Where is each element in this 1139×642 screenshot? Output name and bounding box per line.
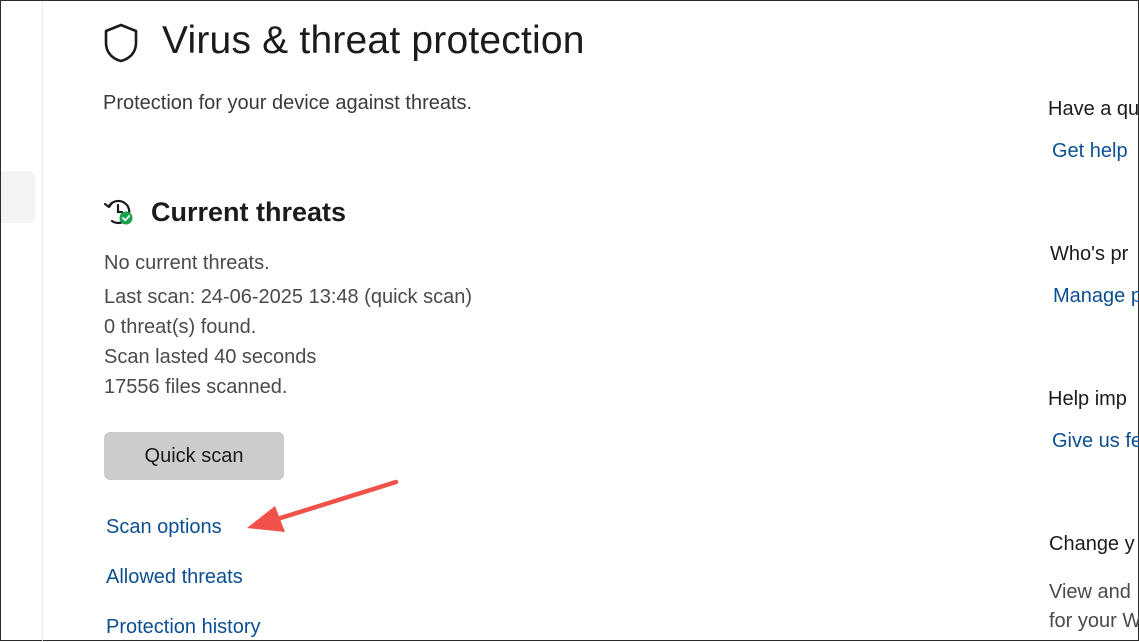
files-scanned-text: 17556 files scanned. bbox=[104, 376, 288, 398]
page-subtitle: Protection for your device against threa… bbox=[103, 92, 473, 114]
view-settings-text-1: View and bbox=[1049, 581, 1131, 603]
page-title: Virus & threat protection bbox=[162, 19, 585, 62]
threats-found-text: 0 threat(s) found. bbox=[104, 316, 257, 338]
view-settings-text-2: for your W bbox=[1049, 610, 1139, 632]
manage-providers-link[interactable]: Manage p bbox=[1053, 285, 1139, 308]
scan-options-link[interactable]: Scan options bbox=[106, 516, 222, 539]
current-threats-heading: Current threats bbox=[151, 197, 347, 227]
change-settings-heading: Change y bbox=[1049, 533, 1135, 555]
last-scan-text: Last scan: 24-06-2025 13:48 (quick scan) bbox=[104, 286, 472, 308]
give-feedback-link[interactable]: Give us fe bbox=[1052, 430, 1139, 453]
protection-history-link[interactable]: Protection history bbox=[106, 616, 261, 639]
sidebar-divider bbox=[42, 1, 43, 642]
clock-check-icon bbox=[103, 199, 133, 225]
quick-scan-button[interactable]: Quick scan bbox=[104, 432, 284, 480]
threat-status: No current threats. bbox=[104, 252, 270, 274]
whos-protecting-heading: Who's pr bbox=[1050, 243, 1129, 265]
get-help-link[interactable]: Get help bbox=[1052, 140, 1128, 163]
help-improve-heading: Help imp bbox=[1048, 388, 1127, 410]
allowed-threats-link[interactable]: Allowed threats bbox=[106, 566, 243, 589]
shield-icon bbox=[104, 23, 138, 63]
annotation-arrow-icon bbox=[247, 479, 399, 532]
sidebar-selected-item[interactable] bbox=[1, 171, 35, 223]
scan-duration-text: Scan lasted 40 seconds bbox=[104, 346, 317, 368]
question-heading: Have a qu bbox=[1048, 98, 1139, 120]
